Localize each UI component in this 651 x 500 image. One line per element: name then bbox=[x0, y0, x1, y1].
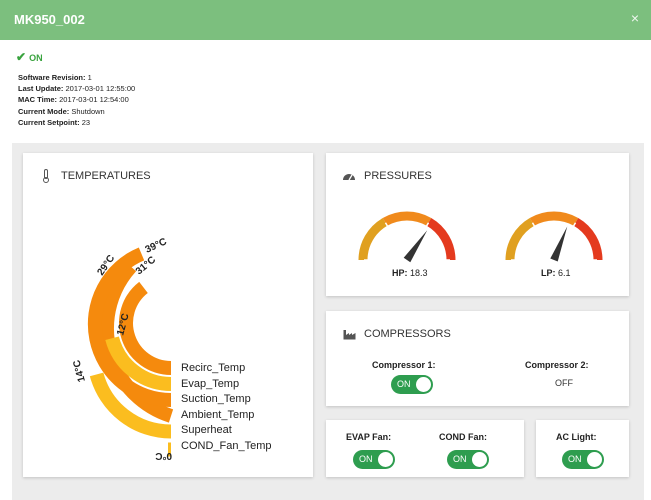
toggle-knob bbox=[416, 377, 431, 392]
ac-light-state: ON bbox=[568, 454, 582, 464]
factory-icon bbox=[342, 327, 356, 341]
legend-item-evap: Evap_Temp bbox=[181, 377, 240, 390]
status-badge: ✔ ON bbox=[16, 50, 43, 64]
temp-value-suction: 39°C bbox=[144, 236, 169, 255]
window-title: MK950_002 bbox=[14, 12, 85, 27]
lp-needle bbox=[550, 226, 568, 262]
ac-light-label: AC Light: bbox=[556, 432, 597, 442]
pressures-card: PRESSURES HP: 18.3 LP: 6.1 bbox=[326, 153, 629, 296]
hp-gauge bbox=[358, 211, 456, 263]
cond-fan-label: COND Fan: bbox=[439, 432, 487, 442]
legend-item-cond-fan: COND_Fan_Temp bbox=[181, 439, 272, 452]
legend-item-recirc: Recirc_Temp bbox=[181, 362, 246, 374]
temperatures-card: TEMPERATURES 31°C 12°C 39°C 29°C 14°C 0°… bbox=[23, 153, 313, 477]
device-info-panel: ✔ ON Software Revision: 1 Last Update: 20… bbox=[0, 40, 651, 140]
compressor-2-label: Compressor 2: bbox=[525, 360, 589, 370]
compressor-1-label: Compressor 1: bbox=[372, 360, 436, 370]
info-software-revision: Software Revision: 1 bbox=[18, 73, 92, 82]
compressor-2-state: OFF bbox=[555, 378, 573, 388]
hp-readout: HP: 18.3 bbox=[392, 268, 428, 278]
check-icon: ✔ bbox=[16, 50, 27, 64]
toggle-knob bbox=[472, 452, 487, 467]
legend-item-suction: Suction_Temp bbox=[181, 393, 251, 405]
temp-value-cond-fan: 0°C bbox=[155, 450, 172, 461]
toggle-knob bbox=[587, 452, 602, 467]
info-mac-time: MAC Time: 2017-03-01 12:54:00 bbox=[18, 95, 129, 105]
pressure-gauges bbox=[358, 211, 603, 263]
lp-gauge bbox=[505, 211, 603, 262]
compressor-1-state: ON bbox=[397, 379, 411, 389]
temperature-legend: Recirc_Temp Evap_Temp Suction_Temp Ambie… bbox=[181, 361, 271, 454]
hp-needle bbox=[403, 230, 428, 263]
title-bar: MK950_002 × bbox=[0, 0, 651, 40]
lp-readout: LP: 6.1 bbox=[541, 268, 571, 278]
cond-fan-toggle[interactable]: ON bbox=[447, 450, 489, 469]
fans-card: EVAP Fan: ON COND Fan: ON bbox=[326, 420, 524, 477]
status-text: ON bbox=[29, 53, 43, 63]
compressors-card: COMPRESSORS Compressor 1: ON Compressor … bbox=[326, 311, 629, 406]
close-icon[interactable]: × bbox=[631, 10, 639, 26]
info-current-mode: Current Mode: Shutdown bbox=[18, 106, 105, 116]
info-current-setpoint: Current Setpoint: 23 bbox=[18, 117, 91, 127]
ac-light-card: AC Light: ON bbox=[536, 420, 629, 477]
evap-fan-toggle[interactable]: ON bbox=[353, 450, 395, 469]
evap-fan-state: ON bbox=[359, 454, 373, 464]
legend-item-ambient: Ambient_Temp bbox=[181, 408, 255, 421]
dashboard-area: TEMPERATURES 31°C 12°C 39°C 29°C 14°C 0°… bbox=[12, 143, 644, 500]
temp-value-superheat: 14°C bbox=[71, 359, 87, 383]
temp-arc-recirc bbox=[119, 281, 172, 375]
info-lines: Software Revision: 1 Last Update: 2017-0… bbox=[18, 72, 135, 128]
info-last-update: Last Update: 2017-03-01 12:55:00 bbox=[18, 84, 136, 94]
compressors-title: COMPRESSORS bbox=[364, 328, 451, 340]
cond-fan-state: ON bbox=[453, 454, 467, 464]
compressor-1-toggle[interactable]: ON bbox=[391, 375, 433, 394]
legend-item-superheat: Superheat bbox=[181, 424, 232, 436]
toggle-knob bbox=[378, 452, 393, 467]
ac-light-toggle[interactable]: ON bbox=[562, 450, 604, 469]
evap-fan-label: EVAP Fan: bbox=[346, 432, 392, 442]
compressors-header: COMPRESSORS bbox=[342, 327, 451, 341]
